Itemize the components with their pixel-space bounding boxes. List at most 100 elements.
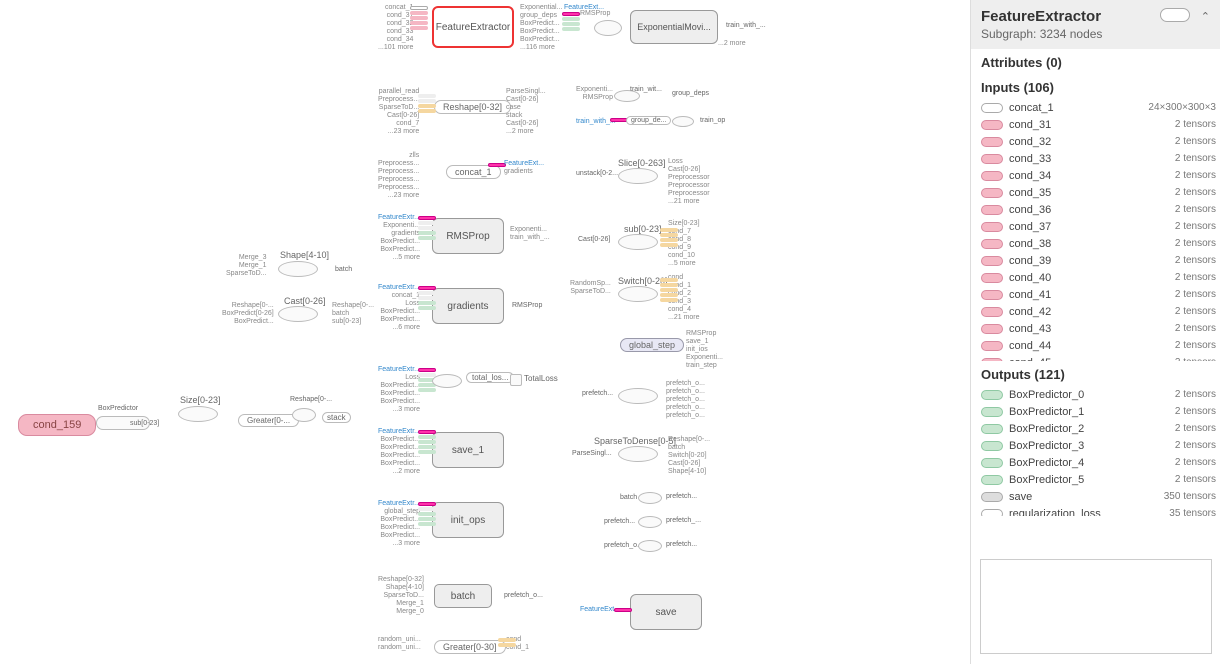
node-shape[interactable] (278, 261, 318, 277)
io-row[interactable]: cond_422 tensors (981, 303, 1216, 320)
pills (660, 228, 678, 247)
node-small[interactable] (510, 374, 522, 386)
io-name: cond_39 (1009, 255, 1169, 267)
node-small[interactable] (432, 374, 462, 388)
label: prefetch... (582, 390, 613, 397)
io-row[interactable]: BoxPredictor_32 tensors (981, 437, 1216, 454)
io-row[interactable]: BoxPredictor_02 tensors (981, 386, 1216, 403)
type-pill (981, 441, 1003, 451)
io-row[interactable]: cond_372 tensors (981, 218, 1216, 235)
node-cast[interactable] (278, 306, 318, 322)
node-small[interactable] (638, 516, 662, 528)
node-stack[interactable]: stack (322, 412, 351, 423)
io-value: 350 tensors (1164, 491, 1216, 502)
node-concat-1[interactable]: concat_1 (446, 165, 501, 179)
io-name: BoxPredictor_5 (1009, 474, 1169, 486)
node-save-1[interactable]: save_1 (432, 432, 504, 468)
node-group-de[interactable]: group_de... (626, 116, 671, 125)
io-row[interactable]: cond_352 tensors (981, 184, 1216, 201)
node-global-step[interactable]: global_step (620, 338, 684, 352)
caret-up-icon[interactable]: ⌃ (1201, 10, 1210, 23)
io-row[interactable]: save350 tensors (981, 488, 1216, 505)
io-value: 2 tensors (1175, 474, 1216, 485)
io-value: 2 tensors (1175, 272, 1216, 283)
node-small[interactable] (638, 540, 662, 552)
label: Reshape[0-... (290, 396, 332, 403)
collapse-toggle[interactable] (1160, 8, 1190, 22)
node-size[interactable] (178, 406, 218, 422)
outputs-list[interactable]: BoxPredictor_02 tensorsBoxPredictor_12 t… (971, 386, 1220, 516)
node-small[interactable] (638, 492, 662, 504)
io-row[interactable]: cond_40 2 tensors (981, 269, 1216, 286)
label: sub[0-23] (130, 420, 159, 427)
node-prefetch[interactable] (618, 388, 658, 404)
node-small[interactable] (292, 408, 316, 422)
type-pill (981, 188, 1003, 198)
io-value: 2 tensors (1175, 221, 1216, 232)
type-pill (981, 256, 1003, 266)
label-col: Exponential...group_depsBoxPredict...Box… (520, 4, 562, 52)
node-sub[interactable] (618, 234, 658, 250)
io-row[interactable]: cond_382 tensors (981, 235, 1216, 252)
io-name: cond_31 (1009, 119, 1169, 131)
io-row[interactable]: BoxPredictor_12 tensors (981, 403, 1216, 420)
op-label: sub[0-23] (624, 224, 662, 234)
io-row[interactable]: BoxPredictor_5 2 tensors (981, 471, 1216, 488)
type-pill (981, 358, 1003, 362)
label: RMSProp (512, 302, 542, 309)
node-gradients[interactable]: gradients (432, 288, 504, 324)
io-row[interactable]: BoxPredictor_22 tensors (981, 420, 1216, 437)
io-row[interactable]: cond_322 tensors (981, 133, 1216, 150)
type-pill (981, 120, 1003, 130)
node-switch[interactable] (618, 286, 658, 302)
label-col: FeatureExt...gradients (504, 160, 544, 176)
node-slice[interactable] (618, 168, 658, 184)
node-exponential-moving[interactable]: ExponentialMovi... (630, 10, 718, 44)
label-col: Reshape[0-...batchsub[0-23] (332, 302, 374, 326)
io-name: cond_40 (1009, 272, 1169, 284)
label-col: Exponenti...train_with_... (510, 226, 550, 242)
label: prefetch_... (666, 517, 701, 524)
label-col: FeatureExtr...Exponenti...gradientsBoxPr… (378, 214, 420, 262)
io-row[interactable]: cond_432 tensors (981, 320, 1216, 337)
node-small[interactable] (672, 116, 694, 127)
node-feature-extractor[interactable]: FeatureExtractor (432, 6, 514, 48)
watermark: 电子发烧友 (1096, 599, 1193, 625)
node-greater[interactable]: Greater[0-... (238, 414, 299, 427)
node-sparse-to-dense[interactable] (618, 446, 658, 462)
io-row[interactable]: cond_392 tensors (981, 252, 1216, 269)
io-row[interactable]: cond_342 tensors (981, 167, 1216, 184)
node-small[interactable] (594, 20, 622, 36)
io-row[interactable]: concat_124×300×300×3 (981, 99, 1216, 116)
label: ParseSingl... (572, 450, 612, 457)
label: train_op (700, 117, 725, 124)
io-row[interactable]: cond_312 tensors (981, 116, 1216, 133)
watermark-icon (1096, 599, 1122, 625)
minimap[interactable]: 电子发烧友 (980, 559, 1212, 654)
label-col: FeatureExtr...LossBoxPredict...BoxPredic… (378, 366, 420, 414)
node-save[interactable]: save (630, 594, 702, 630)
node-batch[interactable]: batch (434, 584, 492, 608)
node-init-ops[interactable]: init_ops (432, 502, 504, 538)
io-value: 2 tensors (1175, 340, 1216, 351)
io-row[interactable]: cond_412 tensors (981, 286, 1216, 303)
node-reshape[interactable]: Reshape[0-32] (434, 100, 511, 114)
io-name: cond_38 (1009, 238, 1169, 250)
node-cond-159[interactable]: cond_159 (18, 414, 96, 436)
io-row[interactable]: cond_442 tensors (981, 337, 1216, 354)
label: unstack[0-2... (576, 170, 618, 177)
inputs-list[interactable]: concat_124×300×300×3cond_312 tensorscond… (971, 99, 1220, 361)
pills (418, 286, 436, 310)
io-row[interactable]: cond_332 tensors (981, 150, 1216, 167)
io-name: BoxPredictor_0 (1009, 389, 1169, 401)
io-row[interactable]: BoxPredictor_42 tensors (981, 454, 1216, 471)
node-greater[interactable]: Greater[0-30] (434, 640, 506, 654)
node-rmsprop[interactable]: RMSProp (432, 218, 504, 254)
node-total-loss[interactable]: total_los... (466, 372, 514, 383)
label: prefetch... (666, 541, 697, 548)
io-row[interactable]: cond_362 tensors (981, 201, 1216, 218)
graph-canvas[interactable]: cond_159 BoxPredictor sub[0-23] Size[0-2… (0, 0, 970, 664)
io-row[interactable]: cond_452 tensors (981, 354, 1216, 361)
io-row[interactable]: regularization_loss35 tensors (981, 505, 1216, 516)
io-name: BoxPredictor_3 (1009, 440, 1169, 452)
